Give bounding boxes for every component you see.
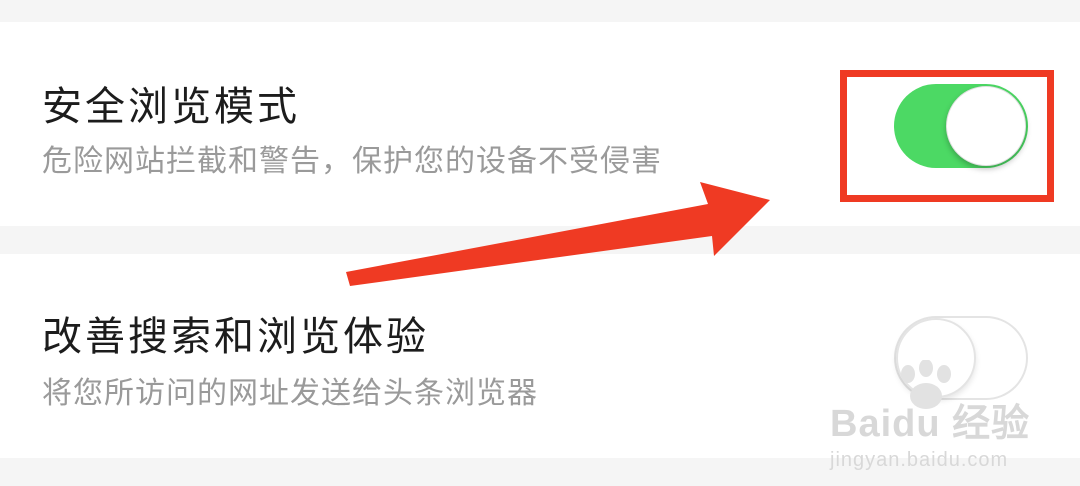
watermark-url: jingyan.baidu.com bbox=[830, 449, 1009, 471]
watermark-brand: Baidu 经验 bbox=[830, 403, 1031, 445]
baidu-jingyan-watermark: Baidu 经验 jingyan.baidu.com bbox=[830, 392, 1030, 472]
